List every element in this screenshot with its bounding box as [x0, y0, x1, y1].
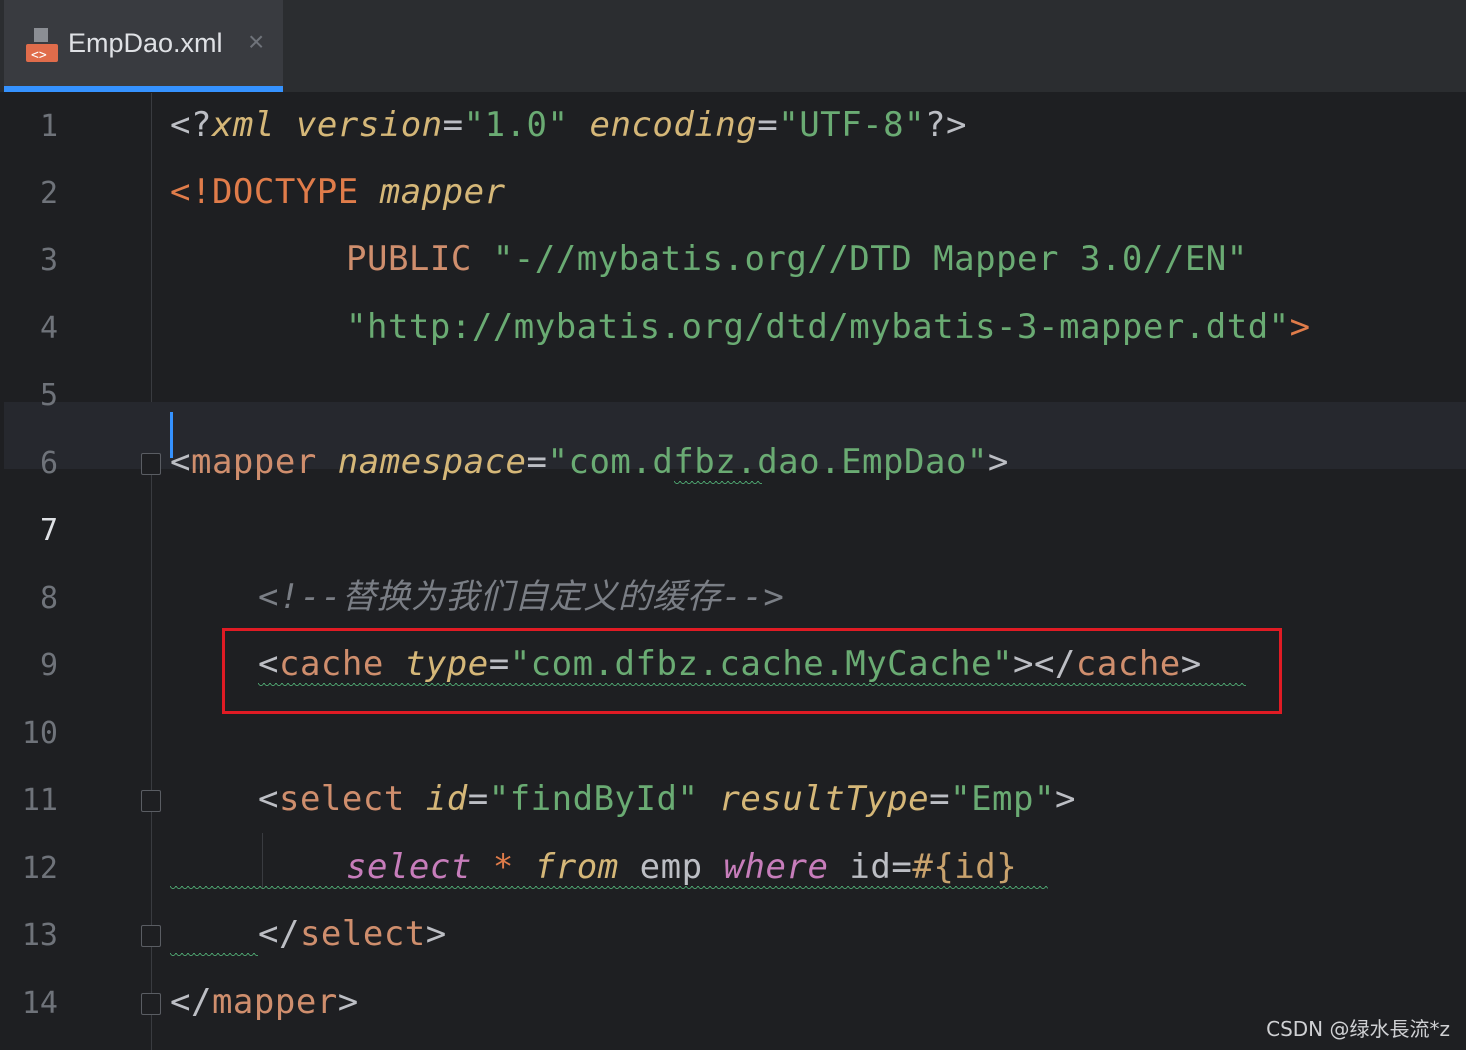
spellcheck-underline	[674, 481, 762, 485]
indent-guide	[262, 833, 263, 889]
tab-bar: <> EmpDao.xml ×	[0, 0, 1466, 93]
xml-file-icon: <>	[26, 28, 58, 63]
tab-empdao-xml[interactable]: <> EmpDao.xml ×	[4, 0, 283, 92]
warning-underline	[170, 886, 1048, 890]
line-number: 14	[21, 986, 58, 1021]
line-number: 6	[39, 446, 58, 481]
code-line-8: <!--替换为我们自定义的缓存-->	[258, 577, 785, 617]
code-line-11: <select id="findById" resultType="Emp">	[258, 779, 1076, 819]
line-number: 1	[39, 109, 58, 144]
line-number: 13	[21, 918, 58, 953]
fold-toggle-icon[interactable]	[141, 993, 161, 1015]
code-line-6: <mapper namespace="com.dfbz.dao.EmpDao">	[170, 442, 1009, 482]
highlight-annotation-box	[222, 628, 1282, 714]
fold-toggle-icon[interactable]	[141, 925, 161, 947]
code-line-13: </select>	[258, 914, 447, 954]
watermark: CSDN @绿水長流*z	[1266, 1017, 1450, 1041]
line-number: 7	[39, 513, 58, 548]
close-icon[interactable]: ×	[248, 26, 264, 58]
code-line-2: <!DOCTYPE mapper	[170, 172, 506, 212]
line-number: 2	[39, 176, 58, 211]
line-number: 10	[21, 716, 58, 751]
fold-toggle-icon[interactable]	[141, 453, 161, 475]
text-caret	[170, 412, 173, 458]
code-line-14: </mapper>	[170, 982, 359, 1022]
line-number: 3	[39, 243, 58, 278]
tab-label: EmpDao.xml	[68, 28, 223, 58]
line-number: 8	[39, 581, 58, 616]
gutter-divider	[151, 93, 152, 1050]
line-number: 4	[39, 311, 58, 346]
fold-toggle-icon[interactable]	[141, 790, 161, 812]
line-number: 9	[39, 648, 58, 683]
svg-text:<>: <>	[31, 48, 47, 63]
code-line-12: select * from emp where id=#{id}	[346, 847, 1018, 887]
code-line-3: PUBLIC "-//mybatis.org//DTD Mapper 3.0//…	[346, 239, 1248, 279]
code-line-1: <?xml version="1.0" encoding="UTF-8"?>	[170, 105, 967, 145]
line-number: 12	[21, 851, 58, 886]
warning-underline	[170, 953, 258, 957]
code-line-4: "http://mybatis.org/dtd/mybatis-3-mapper…	[346, 307, 1311, 347]
line-number: 11	[21, 783, 58, 818]
line-number: 5	[39, 378, 58, 413]
